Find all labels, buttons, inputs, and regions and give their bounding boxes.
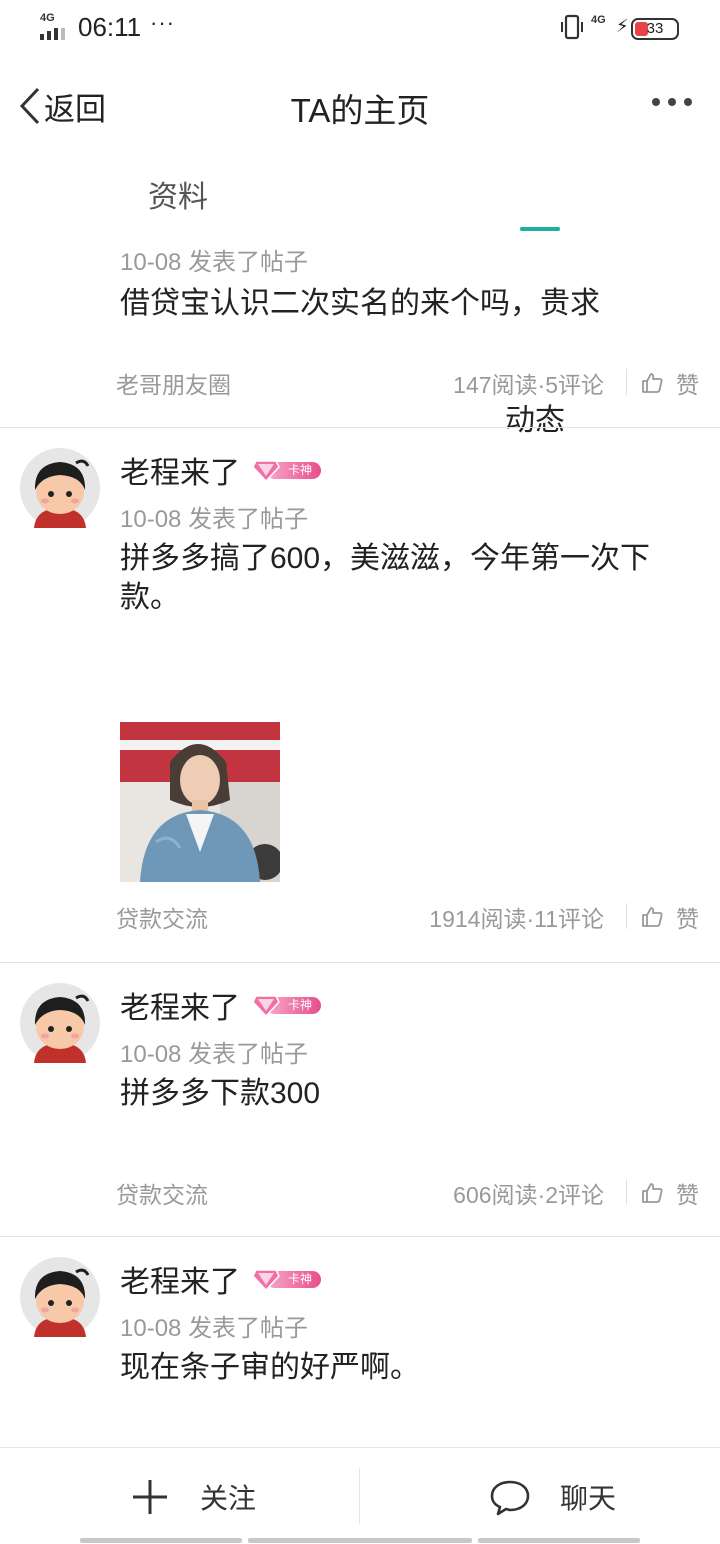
- user-row: 老程来了 卡神: [120, 450, 322, 490]
- active-tab-indicator: [520, 227, 560, 231]
- feed-post[interactable]: 10-08 发表了帖子 借贷宝认识二次实名的来个吗，贵求 老哥朋友圈 147阅读…: [0, 235, 720, 428]
- tab-bar: 资料 动态: [0, 160, 720, 437]
- username[interactable]: 老程来了: [120, 983, 240, 1027]
- network-type: 4G: [40, 12, 55, 24]
- page-title: TA的主页: [290, 92, 430, 129]
- user-badge: 卡神: [252, 992, 322, 1018]
- vibrate-icon: [561, 14, 583, 40]
- user-badge: 卡神: [252, 1266, 322, 1292]
- diamond-icon: [252, 460, 280, 483]
- diamond-icon: [252, 1269, 280, 1292]
- bottom-action-bar: 关注 聊天: [0, 1447, 720, 1544]
- username[interactable]: 老程来了: [120, 448, 240, 492]
- post-meta: 10-08 发表了帖子: [120, 1315, 309, 1342]
- clock: 06:11: [78, 12, 142, 42]
- feed-post[interactable]: 老程来了 卡神 10-08 发表了帖子 拼多多下款300 贷款交流 606阅读·…: [0, 963, 720, 1237]
- follow-button[interactable]: 关注: [130, 1476, 256, 1518]
- feed-post[interactable]: 老程来了 卡神 10-08 发表了帖子 现在条子审的好严啊。: [0, 1237, 720, 1447]
- forum-tag[interactable]: 贷款交流: [116, 1176, 208, 1210]
- like-button[interactable]: 赞: [640, 900, 699, 934]
- gesture-bar: [248, 1538, 472, 1543]
- chat-bubble-icon: [490, 1480, 530, 1516]
- post-meta: 10-08 发表了帖子: [120, 506, 309, 533]
- tab-profile[interactable]: 资料: [148, 172, 208, 216]
- post-meta: 10-08 发表了帖子: [120, 1041, 309, 1068]
- post-content[interactable]: 拼多多搞了600，美滋滋，今年第一次下款。: [120, 539, 700, 617]
- post-content[interactable]: 现在条子审的好严啊。: [120, 1348, 700, 1387]
- post-content[interactable]: 拼多多下款300: [120, 1074, 700, 1113]
- post-content[interactable]: 借贷宝认识二次实名的来个吗，贵求: [120, 284, 700, 323]
- follow-label: 关注: [200, 1483, 257, 1514]
- like-button[interactable]: 赞: [640, 1176, 699, 1210]
- feed-post[interactable]: 老程来了 卡神 10-08 发表了帖子 拼多多搞了600，美滋滋，今年第一次下款…: [0, 428, 720, 963]
- more-dots-icon[interactable]: [652, 98, 692, 106]
- badge-label: 卡神: [287, 1272, 312, 1286]
- user-row: 老程来了 卡神: [120, 985, 322, 1025]
- gesture-bar: [478, 1538, 640, 1543]
- badge-label: 卡神: [287, 998, 312, 1012]
- gesture-bar: [80, 1538, 242, 1543]
- post-footer: 贷款交流 1914阅读·11评论 赞: [0, 900, 720, 934]
- nav-bar: 返回 TA的主页: [0, 70, 720, 142]
- diamond-icon: [252, 995, 280, 1018]
- charging-icon: ⚡: [616, 16, 629, 36]
- like-label: 赞: [676, 372, 699, 398]
- user-row: 老程来了 卡神: [120, 1259, 322, 1299]
- post-meta: 10-08 发表了帖子: [120, 249, 309, 276]
- post-stats: 606阅读·2评论: [453, 1182, 604, 1208]
- plus-icon: [133, 1480, 167, 1514]
- post-image[interactable]: [120, 722, 280, 882]
- post-footer: 老哥朋友圈 147阅读·5评论 赞: [0, 366, 720, 400]
- avatar[interactable]: [20, 1257, 100, 1337]
- forum-tag[interactable]: 老哥朋友圈: [116, 366, 231, 400]
- avatar[interactable]: [20, 983, 100, 1063]
- chat-button[interactable]: 聊天: [490, 1476, 616, 1518]
- username[interactable]: 老程来了: [120, 1257, 240, 1301]
- post-stats: 147阅读·5评论: [453, 372, 604, 398]
- thumbs-up-icon: [642, 1183, 663, 1203]
- battery-level: 33: [646, 20, 664, 37]
- avatar[interactable]: [20, 448, 100, 528]
- like-button[interactable]: 赞: [640, 366, 699, 400]
- thumbs-up-icon: [642, 373, 663, 393]
- chat-label: 聊天: [560, 1483, 617, 1514]
- forum-tag[interactable]: 贷款交流: [116, 900, 208, 934]
- signal-icon: 4G: [40, 12, 72, 40]
- post-footer: 贷款交流 606阅读·2评论 赞: [0, 1176, 720, 1210]
- network-type-2: 4G: [591, 14, 606, 26]
- status-bar: 4G 06:11 ··· 4G ⚡ 33: [0, 0, 720, 58]
- badge-label: 卡神: [287, 463, 312, 477]
- battery-icon: 33: [631, 18, 679, 40]
- more-notifications: ···: [150, 10, 175, 35]
- thumbs-up-icon: [642, 907, 663, 927]
- like-label: 赞: [676, 1182, 699, 1208]
- user-badge: 卡神: [252, 457, 322, 483]
- feed-list[interactable]: 10-08 发表了帖子 借贷宝认识二次实名的来个吗，贵求 老哥朋友圈 147阅读…: [0, 235, 720, 1447]
- like-label: 赞: [676, 906, 699, 932]
- post-stats: 1914阅读·11评论: [429, 906, 604, 932]
